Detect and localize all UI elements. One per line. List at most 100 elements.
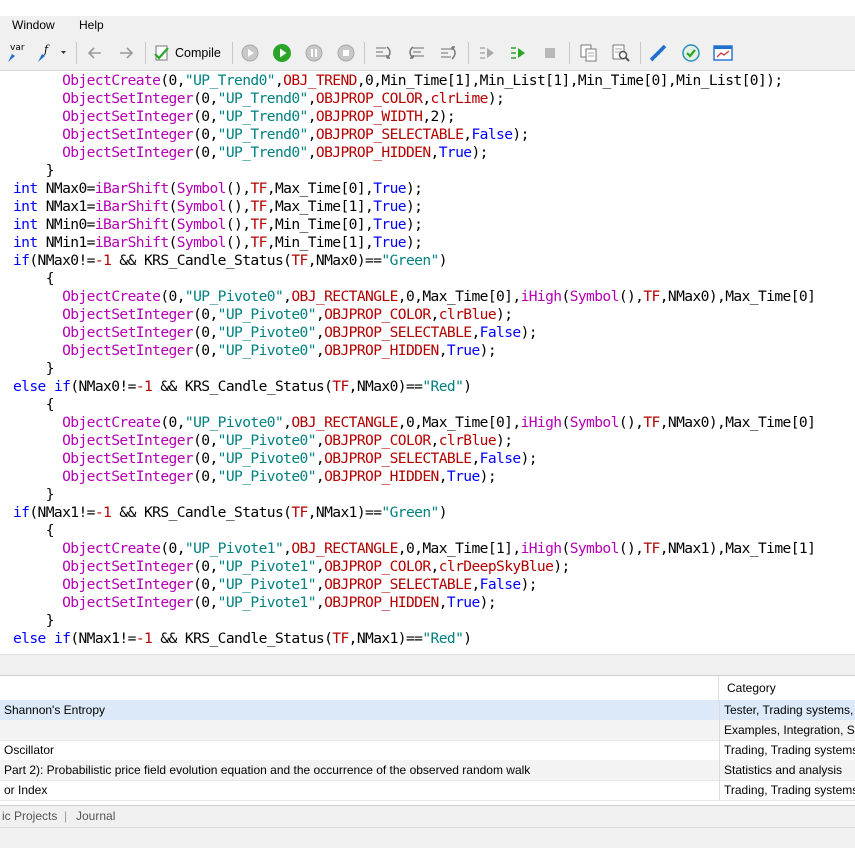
- start-history-button[interactable]: [476, 43, 498, 63]
- code-token: NMax1=: [37, 198, 96, 215]
- forward-button[interactable]: [116, 43, 136, 63]
- code-token: ObjectSetInteger: [62, 576, 194, 593]
- code-line[interactable]: ObjectSetInteger(0,"UP_Trend0",OBJPROP_S…: [13, 126, 529, 144]
- toolbar-separator: [640, 42, 641, 64]
- compile-button[interactable]: Compile: [152, 43, 226, 63]
- code-line[interactable]: ObjectSetInteger(0,"UP_Pivote1",OBJPROP_…: [13, 594, 497, 612]
- code-token: (0,: [193, 108, 218, 125]
- copy-files-button[interactable]: [577, 43, 601, 63]
- article-row[interactable]: Examples, Integration, St: [0, 720, 855, 741]
- code-token: OBJPROP_HIDDEN: [324, 594, 439, 611]
- code-line[interactable]: ObjectSetInteger(0,"UP_Pivote1",OBJPROP_…: [13, 576, 537, 594]
- stop-button[interactable]: [335, 43, 357, 63]
- code-token: ,NMax0)==: [307, 252, 382, 269]
- compile-icon: [154, 45, 169, 61]
- code-token: Symbol: [176, 234, 227, 251]
- code-token: TF: [250, 216, 267, 233]
- code-token: NMin0=: [37, 216, 96, 233]
- code-line[interactable]: else if(NMax1!=-1 && KRS_Candle_Status(T…: [13, 630, 472, 648]
- checker-button[interactable]: [679, 43, 703, 63]
- article-row[interactable]: Oscillator Trading, Trading systems: [0, 740, 855, 761]
- code-editor[interactable]: ObjectCreate(0,"UP_Trend0",OBJ_TREND,0,M…: [0, 71, 855, 654]
- menu-help[interactable]: Help: [79, 18, 104, 32]
- toolbar-separator: [145, 42, 146, 64]
- variable-icon-text: var: [10, 43, 25, 53]
- code-line[interactable]: }: [13, 360, 55, 378]
- code-line[interactable]: }: [13, 162, 55, 180]
- category-column-header[interactable]: Category: [718, 676, 776, 700]
- insert-variable-button[interactable]: var: [3, 43, 29, 63]
- code-line[interactable]: ObjectCreate(0,"UP_Pivote1",OBJ_RECTANGL…: [13, 540, 816, 558]
- article-row[interactable]: or Index Trading, Trading systems: [0, 780, 855, 801]
- stop-tester-button[interactable]: [539, 43, 561, 63]
- code-token: ObjectCreate: [62, 414, 161, 431]
- code-token: if: [53, 378, 71, 395]
- code-token: );: [471, 144, 488, 161]
- code-line[interactable]: }: [13, 612, 55, 630]
- start-tester-button[interactable]: [507, 43, 529, 63]
- code-line[interactable]: int NMax1=iBarShift(Symbol(),TF,Max_Time…: [13, 198, 423, 216]
- toolbar-separator: [232, 42, 233, 64]
- code-token: -1: [94, 252, 112, 269]
- step-over-button[interactable]: [404, 43, 428, 63]
- code-line[interactable]: ObjectSetInteger(0,"UP_Pivote0",OBJPROP_…: [13, 342, 497, 360]
- code-token: (),: [618, 288, 644, 305]
- code-line[interactable]: ObjectSetInteger(0,"UP_Trend0",OBJPROP_C…: [13, 90, 505, 108]
- code-line[interactable]: int NMax0=iBarShift(Symbol(),TF,Max_Time…: [13, 180, 423, 198]
- code-token: );: [496, 432, 513, 449]
- code-line[interactable]: ObjectCreate(0,"UP_Pivote0",OBJ_RECTANGL…: [13, 288, 816, 306]
- code-line[interactable]: ObjectSetInteger(0,"UP_Trend0",OBJPROP_H…: [13, 144, 488, 162]
- toolbox-tabs: ic Projects | Journal: [0, 805, 855, 828]
- menu-window[interactable]: Window: [12, 18, 55, 32]
- code-line[interactable]: ObjectSetInteger(0,"UP_Pivote0",OBJPROP_…: [13, 450, 537, 468]
- styler-button[interactable]: [647, 43, 671, 63]
- code-line[interactable]: ObjectSetInteger(0,"UP_Pivote0",OBJPROP_…: [13, 324, 537, 342]
- start-profiling-button[interactable]: [239, 43, 261, 63]
- code-line[interactable]: {: [13, 270, 55, 288]
- code-line[interactable]: {: [13, 396, 55, 414]
- code-line[interactable]: ObjectCreate(0,"UP_Pivote0",OBJ_RECTANGL…: [13, 414, 816, 432]
- code-line[interactable]: ObjectSetInteger(0,"UP_Pivote1",OBJPROP_…: [13, 558, 570, 576]
- code-token: iHigh: [520, 540, 563, 557]
- code-token: OBJPROP_HIDDEN: [315, 144, 431, 161]
- code-line[interactable]: int NMin0=iBarShift(Symbol(),TF,Min_Time…: [13, 216, 423, 234]
- tab-public-projects[interactable]: ic Projects: [2, 809, 57, 823]
- article-row[interactable]: Part 2): Probabilistic price field evolu…: [0, 760, 855, 781]
- code-token: "UP_Pivote1": [184, 540, 284, 557]
- code-token: ObjectSetInteger: [62, 126, 194, 143]
- code-token: ,: [315, 558, 325, 575]
- code-line[interactable]: ObjectSetInteger(0,"UP_Pivote0",OBJPROP_…: [13, 306, 513, 324]
- pause-button[interactable]: [303, 43, 325, 63]
- code-token: "UP_Pivote0": [217, 432, 317, 449]
- insert-function-button[interactable]: f: [35, 43, 69, 63]
- code-token: OBJPROP_COLOR: [324, 432, 431, 449]
- code-line[interactable]: ObjectSetInteger(0,"UP_Trend0",OBJPROP_W…: [13, 108, 456, 126]
- article-title: Part 2): Probabilistic price field evolu…: [4, 763, 531, 777]
- code-line[interactable]: if(NMax1!=-1 && KRS_Candle_Status(TF,NMa…: [13, 504, 448, 522]
- article-row[interactable]: Shannon's Entropy Tester, Trading systems…: [0, 700, 855, 721]
- tab-journal[interactable]: Journal: [76, 809, 115, 823]
- find-in-files-button[interactable]: [609, 43, 633, 63]
- code-token: (0,: [193, 144, 218, 161]
- code-line[interactable]: int NMin1=iBarShift(Symbol(),TF,Min_Time…: [13, 234, 423, 252]
- start-debug-button[interactable]: [271, 43, 293, 63]
- code-line[interactable]: ObjectSetInteger(0,"UP_Pivote0",OBJPROP_…: [13, 432, 513, 450]
- step-out-button[interactable]: [437, 43, 461, 63]
- code-line[interactable]: }: [13, 486, 55, 504]
- code-token: }: [13, 162, 55, 179]
- code-line[interactable]: else if(NMax0!=-1 && KRS_Candle_Status(T…: [13, 378, 472, 396]
- step-into-button[interactable]: [372, 43, 396, 63]
- code-line[interactable]: ObjectCreate(0,"UP_Trend0",OBJ_TREND,0,M…: [13, 72, 783, 90]
- code-line[interactable]: if(NMax0!=-1 && KRS_Candle_Status(TF,NMa…: [13, 252, 448, 270]
- code-token: (0,: [193, 558, 218, 575]
- market-button[interactable]: [711, 43, 735, 63]
- svg-text:f: f: [43, 43, 50, 56]
- code-line[interactable]: ObjectSetInteger(0,"UP_Pivote0",OBJPROP_…: [13, 468, 497, 486]
- back-button[interactable]: [85, 43, 105, 63]
- code-token: ): [463, 630, 472, 647]
- code-token: (),: [618, 540, 644, 557]
- code-line[interactable]: {: [13, 522, 55, 540]
- editor-horizontal-scrollbar[interactable]: [0, 654, 855, 675]
